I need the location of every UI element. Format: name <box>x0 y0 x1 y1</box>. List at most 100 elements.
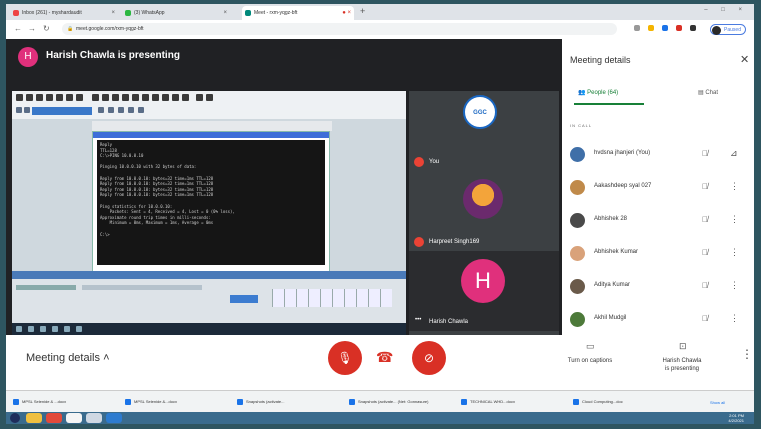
more-options-icon[interactable]: ⋮ <box>730 181 739 192</box>
list-item[interactable]: Abhishek 28 🎙̸ ⋮ <box>570 211 750 231</box>
gmail-icon <box>13 10 19 16</box>
tile-you[interactable]: GGC You <box>409 91 559 171</box>
more-options-icon[interactable]: ⋮ <box>730 280 739 291</box>
list-item[interactable]: Abhishek Kumar 🎙̸ ⋮ <box>570 244 750 264</box>
tab-whatsapp[interactable]: (3) WhatsApp × <box>122 6 230 20</box>
extension-icon[interactable] <box>676 25 682 31</box>
download-item[interactable]: Snapshots (activate... <box>236 396 346 408</box>
terminal-line: C:\> <box>100 231 110 237</box>
person-name: hvdsna jhanjeri (You) <box>594 150 651 156</box>
app-icon <box>64 326 70 332</box>
file-icon <box>461 399 467 405</box>
tab-people[interactable]: 👥 People (64) <box>578 89 618 96</box>
explorer-icon[interactable] <box>26 413 42 423</box>
list-item[interactable]: Aditya Kumar 🎙̸ ⋮ <box>570 277 750 297</box>
download-label: Cloud Computing...doc <box>582 399 623 404</box>
download-item[interactable]: Snapshots (activate... (Net: Gonnasure) <box>348 396 458 408</box>
more-options-icon[interactable]: ⋮ <box>730 313 739 324</box>
star-icon[interactable] <box>648 25 654 31</box>
toolbar-icon <box>108 107 114 113</box>
download-label: Snapshots (activate... <box>246 399 285 404</box>
download-label: MPSL Selenide & ...docx <box>22 399 67 404</box>
close-icon[interactable]: ✕ <box>740 53 749 66</box>
tab-chat[interactable]: ▤ Chat <box>698 89 718 96</box>
person-name: Aakashdeep syal 027 <box>594 183 652 189</box>
captions-button[interactable]: Turn on captions <box>554 357 626 365</box>
mic-off-icon[interactable]: 🎙̸ <box>702 314 708 323</box>
extension-icon[interactable] <box>662 25 668 31</box>
start-icon[interactable] <box>10 413 20 423</box>
terminal-output: Reply TTL=128 C:\>PING 10.0.0.10 Pinging 10… <box>97 140 325 265</box>
captions-icon[interactable]: ▭ <box>586 341 595 352</box>
window-controls[interactable]: – □ × <box>704 7 748 13</box>
avatar <box>570 312 585 327</box>
file-icon <box>573 399 579 405</box>
back-icon[interactable]: ← <box>14 24 22 33</box>
recording-dot-icon[interactable]: ● × <box>342 6 351 20</box>
toolbar-icon <box>56 94 63 101</box>
mic-button[interactable]: 🎙 <box>328 341 362 375</box>
mic-off-icon[interactable]: 🎙̸ <box>702 182 708 191</box>
person-name: Abhishek Kumar <box>594 249 639 255</box>
lock-icon: 🔒 <box>67 26 74 32</box>
toolbar-icon <box>102 94 109 101</box>
present-icon[interactable]: ⊡ <box>679 341 687 352</box>
file-icon <box>125 399 131 405</box>
profile-button[interactable]: Paused <box>710 24 746 35</box>
extension-icon[interactable] <box>690 25 696 31</box>
presenting-info[interactable]: Harish Chawla is presenting <box>646 357 718 373</box>
mic-off-icon[interactable]: 🎙̸ <box>702 215 708 224</box>
more-options-icon[interactable]: ⋮ <box>730 214 739 225</box>
more-options-icon[interactable]: ⋮ <box>730 247 739 258</box>
mic-off-icon[interactable]: 🎙̸ <box>702 281 708 290</box>
list-item[interactable]: Akhil Mudgil 🎙̸ ⋮ <box>570 310 750 330</box>
app-icon[interactable] <box>86 413 102 423</box>
people-icon: 👥 <box>578 90 588 96</box>
device-row <box>82 285 202 290</box>
pin-icon[interactable]: ⊿ <box>730 148 738 159</box>
google-icon[interactable] <box>66 413 82 423</box>
mic-off-icon[interactable]: 🎙̸ <box>702 149 708 158</box>
tab-meet[interactable]: Meet - rxm-yqgz-bft ● × <box>242 6 354 20</box>
camera-button[interactable]: ⊘ <box>412 341 446 375</box>
download-item[interactable]: Cloud Computing...doc <box>572 396 682 408</box>
new-tab-button[interactable]: + <box>360 6 365 16</box>
list-item[interactable]: hvdsna jhanjeri (You) 🎙̸ ⊿ <box>570 145 750 165</box>
app-icon[interactable] <box>106 413 122 423</box>
download-item[interactable]: MPSL Selenide & ...docx <box>12 396 122 408</box>
download-item[interactable]: MPSL Selenide &...docx <box>124 396 234 408</box>
toolbar-icon <box>66 94 73 101</box>
key-icon[interactable] <box>634 25 640 31</box>
address-bar: ← → ↻ 🔒 meet.google.com/rxm-yqgz-bft Pau… <box>6 20 754 40</box>
tab-chat-label: Chat <box>705 90 719 96</box>
mic-off-icon[interactable]: 🎙̸ <box>702 248 708 257</box>
tab-inbox[interactable]: Inbox (261) - myshardaudit × <box>10 6 118 20</box>
toolbar-icon <box>26 94 33 101</box>
forward-icon[interactable]: → <box>28 24 36 33</box>
meeting-details-panel: Meeting details ✕ 👥 People (64) ▤ Chat I… <box>562 39 754 335</box>
hang-up-button[interactable]: ☎ <box>376 349 393 366</box>
toolbar-icon <box>16 107 22 113</box>
chevron-up-icon: ˄ <box>103 352 110 364</box>
file-icon <box>349 399 355 405</box>
tile-harish[interactable]: H ••• Harish Chawla <box>409 251 559 331</box>
chrome-icon[interactable] <box>46 413 62 423</box>
url-text: meet.google.com/rxm-yqgz-bft <box>76 26 144 32</box>
show-all-button[interactable]: Show all <box>710 400 725 405</box>
download-label: MPSL Selenide &...docx <box>134 399 177 404</box>
download-label: TECHNICAL WHD...docx <box>470 399 515 404</box>
avatar <box>570 147 585 162</box>
meeting-details-button[interactable]: Meeting details ˄ <box>26 352 110 364</box>
downloads-bar: MPSL Selenide & ...docx MPSL Selenide &..… <box>6 390 754 413</box>
tile-harpreet[interactable]: Harpreet Singh169 <box>409 171 559 251</box>
close-icon[interactable]: × <box>223 6 227 20</box>
url-input[interactable]: 🔒 meet.google.com/rxm-yqgz-bft <box>62 23 617 35</box>
more-options-icon[interactable]: ⋮ <box>741 347 753 361</box>
reload-icon[interactable]: ↻ <box>43 24 50 33</box>
toolbar-icon <box>98 107 104 113</box>
list-item[interactable]: Aakashdeep syal 027 🎙̸ ⋮ <box>570 178 750 198</box>
shared-screen[interactable]: Reply TTL=128 C:\>PING 10.0.0.10 Pinging 10… <box>12 91 406 335</box>
download-item[interactable]: TECHNICAL WHD...docx <box>460 396 570 408</box>
device-row <box>16 285 76 290</box>
close-icon[interactable]: × <box>111 6 115 20</box>
